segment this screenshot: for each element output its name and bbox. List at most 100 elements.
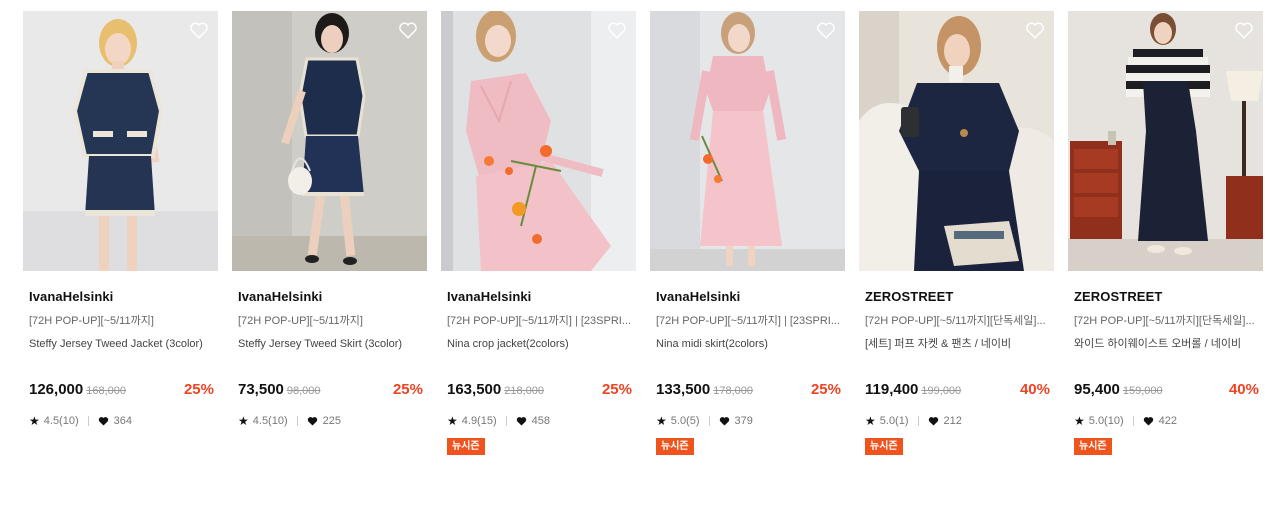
promo-tag: [72H POP-UP][~5/11까지] | [23SPRI... xyxy=(656,315,840,327)
like-count: 212 xyxy=(943,415,962,427)
new-season-badge: 뉴시즌 xyxy=(1074,438,1112,455)
price-row: 119,400 199,000 40% xyxy=(865,381,1054,401)
product-card[interactable]: IvanaHelsinki [72H POP-UP][~5/11까지] | [2… xyxy=(650,11,845,455)
product-name[interactable]: Steffy Jersey Tweed Jacket (3color) xyxy=(29,337,214,367)
product-card[interactable]: IvanaHelsinki [72H POP-UP][~5/11까지] Stef… xyxy=(232,11,427,455)
like-count: 422 xyxy=(1158,415,1177,427)
new-season-badge: 뉴시즌 xyxy=(656,438,694,455)
product-image[interactable] xyxy=(650,11,845,271)
divider xyxy=(708,416,710,426)
sale-price: 73,500 xyxy=(238,381,284,398)
heart-filled-icon xyxy=(719,417,729,426)
product-name[interactable]: [세트] 퍼프 자켓 & 팬츠 / 네이비 xyxy=(865,337,1050,367)
original-price: 178,000 xyxy=(713,385,753,397)
product-image[interactable] xyxy=(1068,11,1263,271)
product-grid: IvanaHelsinki [72H POP-UP][~5/11까지] Stef… xyxy=(23,11,1263,455)
product-card[interactable]: IvanaHelsinki [72H POP-UP][~5/11까지] Stef… xyxy=(23,11,218,455)
heart-outline-icon[interactable] xyxy=(188,19,210,41)
sale-price: 119,400 xyxy=(865,381,919,398)
star-icon: ★ xyxy=(865,414,876,428)
product-image[interactable] xyxy=(441,11,636,271)
rating: 5.0(1) xyxy=(879,415,909,427)
promo-tag: [72H POP-UP][~5/11까지] | [23SPRI... xyxy=(447,315,631,327)
original-price: 168,000 xyxy=(86,385,126,397)
review-meta: ★ 5.0(1) 212 xyxy=(865,414,1054,428)
brand-name[interactable]: ZEROSTREET xyxy=(1074,289,1263,304)
rating: 5.0(5) xyxy=(670,415,700,427)
brand-name[interactable]: IvanaHelsinki xyxy=(29,289,218,304)
divider xyxy=(87,416,89,426)
product-photo xyxy=(1068,11,1263,271)
brand-name[interactable]: IvanaHelsinki xyxy=(238,289,427,304)
product-photo xyxy=(441,11,636,271)
product-name[interactable]: Nina midi skirt(2colors) xyxy=(656,337,841,367)
like-count: 225 xyxy=(322,415,341,427)
star-icon: ★ xyxy=(447,414,458,428)
original-price: 218,000 xyxy=(504,385,544,397)
heart-filled-icon xyxy=(307,417,317,426)
discount-rate: 40% xyxy=(1228,381,1259,398)
heart-outline-icon[interactable] xyxy=(815,19,837,41)
like-count: 379 xyxy=(734,415,753,427)
product-card[interactable]: ZEROSTREET [72H POP-UP][~5/11까지][단독세일]..… xyxy=(1068,11,1263,455)
sale-price: 163,500 xyxy=(447,381,502,398)
star-icon: ★ xyxy=(29,414,40,428)
price-row: 163,500 218,000 25% xyxy=(447,381,636,401)
divider xyxy=(505,416,507,426)
promo-tag: [72H POP-UP][~5/11까지][단독세일]... xyxy=(1074,315,1255,327)
discount-rate: 25% xyxy=(183,381,214,398)
rating: 4.5(10) xyxy=(252,415,288,427)
new-season-badge: 뉴시즌 xyxy=(447,438,485,455)
discount-rate: 25% xyxy=(392,381,423,398)
brand-name[interactable]: IvanaHelsinki xyxy=(447,289,636,304)
rating: 4.9(15) xyxy=(461,415,497,427)
product-photo xyxy=(859,11,1054,271)
new-season-badge: 뉴시즌 xyxy=(865,438,903,455)
promo-tag: [72H POP-UP][~5/11까지] xyxy=(238,315,363,327)
product-card[interactable]: IvanaHelsinki [72H POP-UP][~5/11까지] | [2… xyxy=(441,11,636,455)
price-row: 126,000 168,000 25% xyxy=(29,381,218,401)
divider xyxy=(1132,416,1134,426)
review-meta: ★ 4.9(15) 458 xyxy=(447,414,636,428)
heart-filled-icon xyxy=(928,417,938,426)
sale-price: 126,000 xyxy=(29,381,84,398)
heart-outline-icon[interactable] xyxy=(397,19,419,41)
product-name[interactable]: Steffy Jersey Tweed Skirt (3color) xyxy=(238,337,423,367)
star-icon: ★ xyxy=(656,414,667,428)
sale-price: 95,400 xyxy=(1074,381,1120,398)
product-name[interactable]: Nina crop jacket(2colors) xyxy=(447,337,632,367)
product-image[interactable] xyxy=(232,11,427,271)
heart-filled-icon xyxy=(516,417,526,426)
review-meta: ★ 5.0(10) 422 xyxy=(1074,414,1263,428)
price-row: 133,500 178,000 25% xyxy=(656,381,845,401)
heart-outline-icon[interactable] xyxy=(606,19,628,41)
review-meta: ★ 4.5(10) 364 xyxy=(29,414,218,428)
heart-outline-icon[interactable] xyxy=(1024,19,1046,41)
original-price: 199,000 xyxy=(921,385,962,397)
price-row: 73,500 98,000 25% xyxy=(238,381,427,401)
like-count: 364 xyxy=(113,415,132,427)
original-price: 98,000 xyxy=(286,385,321,397)
product-image[interactable] xyxy=(859,11,1054,271)
promo-tag: [72H POP-UP][~5/11까지][단독세일]... xyxy=(865,315,1046,327)
heart-filled-icon xyxy=(1143,417,1153,426)
price-row: 95,400 159,000 40% xyxy=(1074,381,1263,401)
brand-name[interactable]: ZEROSTREET xyxy=(865,289,1054,304)
divider xyxy=(917,416,919,426)
product-image[interactable] xyxy=(23,11,218,271)
heart-outline-icon[interactable] xyxy=(1233,19,1255,41)
discount-rate: 40% xyxy=(1019,381,1050,398)
review-meta: ★ 5.0(5) 379 xyxy=(656,414,845,428)
product-card[interactable]: ZEROSTREET [72H POP-UP][~5/11까지][단독세일]..… xyxy=(859,11,1054,455)
product-name[interactable]: 와이드 하이웨이스트 오버롤 / 네이비 xyxy=(1074,337,1259,367)
sale-price: 133,500 xyxy=(656,381,711,398)
discount-rate: 25% xyxy=(601,381,632,398)
product-photo xyxy=(650,11,845,271)
like-count: 458 xyxy=(531,415,550,427)
brand-name[interactable]: IvanaHelsinki xyxy=(656,289,845,304)
product-photo xyxy=(232,11,427,271)
star-icon: ★ xyxy=(1074,414,1085,428)
promo-tag: [72H POP-UP][~5/11까지] xyxy=(29,315,154,327)
star-icon: ★ xyxy=(238,414,249,428)
divider xyxy=(296,416,298,426)
